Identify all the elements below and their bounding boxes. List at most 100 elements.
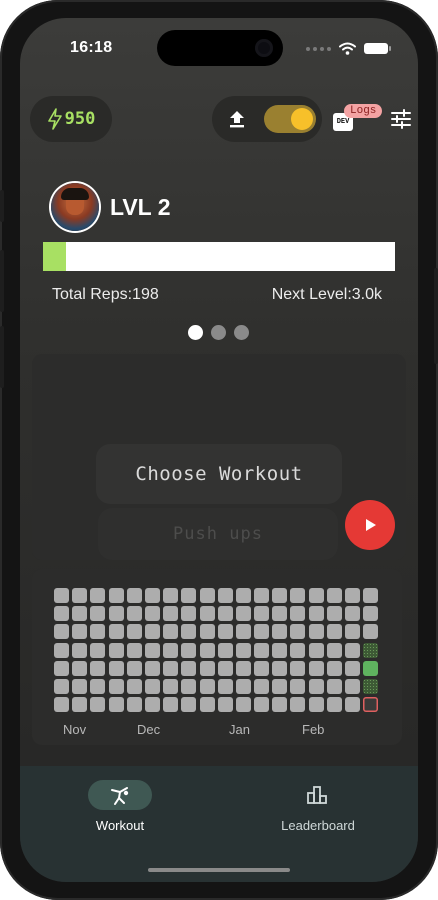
heatmap-cell xyxy=(144,642,160,658)
heatmap-cell xyxy=(326,606,342,622)
heatmap-cell xyxy=(181,624,197,640)
heatmap-cell xyxy=(163,606,179,622)
heatmap-cell xyxy=(308,697,324,713)
heatmap-cell xyxy=(308,678,324,694)
heatmap-cell xyxy=(345,697,360,713)
podium-icon[interactable] xyxy=(306,784,328,806)
heatmap-cell xyxy=(126,642,142,658)
heatmap-cell xyxy=(163,588,179,603)
heatmap-cell xyxy=(326,697,342,713)
heatmap-cell xyxy=(290,660,306,676)
heatmap-cell xyxy=(54,678,69,694)
energy-counter[interactable]: 950 xyxy=(30,96,112,142)
heatmap-cell xyxy=(72,624,88,640)
heatmap-cell xyxy=(126,624,142,640)
heatmap-cell xyxy=(217,588,233,603)
heatmap-cell xyxy=(217,624,233,640)
heatmap-cell xyxy=(163,624,179,640)
heatmap-cell xyxy=(290,678,306,694)
heatmap-cell xyxy=(199,678,215,694)
heatmap-cell xyxy=(308,606,324,622)
control-pill xyxy=(212,96,322,142)
heatmap-cell xyxy=(235,606,251,622)
heatmap-cell xyxy=(254,606,270,622)
heatmap-cell xyxy=(54,660,69,676)
level-title: LVL 2 xyxy=(110,194,171,220)
heatmap-cell xyxy=(181,678,197,694)
xp-progress-bar xyxy=(43,242,395,271)
selected-workout-button[interactable]: Push ups xyxy=(98,508,338,560)
signal-icon xyxy=(306,46,331,51)
heatmap-cell xyxy=(235,660,251,676)
avatar[interactable] xyxy=(51,183,99,231)
heatmap-cell xyxy=(217,606,233,622)
heatmap-cell xyxy=(72,678,88,694)
month-label: Feb xyxy=(302,722,325,737)
heatmap-cell xyxy=(199,660,215,676)
camera-icon xyxy=(255,39,273,57)
heatmap-cell xyxy=(272,624,288,640)
logs-badge[interactable]: Logs xyxy=(344,104,383,118)
heatmap-cell xyxy=(181,697,197,713)
heatmap-cell xyxy=(290,606,306,622)
heatmap-cell xyxy=(345,606,360,622)
tab-workout[interactable] xyxy=(88,780,152,810)
heatmap-cell xyxy=(72,588,88,603)
heatmap-cell xyxy=(181,642,197,658)
heatmap-cell xyxy=(144,624,160,640)
heatmap-cell xyxy=(217,678,233,694)
tab-workout-label[interactable]: Workout xyxy=(80,818,160,833)
play-button[interactable] xyxy=(345,500,395,550)
heatmap-cell xyxy=(72,606,88,622)
heatmap-cell xyxy=(235,588,251,603)
heatmap-cell xyxy=(290,697,306,713)
tab-bar: Workout Leaderboard xyxy=(20,766,418,882)
heatmap-cell xyxy=(199,697,215,713)
heatmap-cell xyxy=(290,588,306,603)
heatmap-cell xyxy=(54,642,69,658)
upload-icon[interactable] xyxy=(226,108,248,130)
heatmap-cell xyxy=(181,606,197,622)
heatmap-cell xyxy=(108,606,124,622)
heatmap-cell xyxy=(235,624,251,640)
heatmap-cell xyxy=(308,642,324,658)
carousel-dot[interactable] xyxy=(188,325,203,340)
carousel-dots[interactable] xyxy=(188,325,249,340)
toggle-knob xyxy=(291,108,313,130)
heatmap-cell xyxy=(163,678,179,694)
heatmap-cell xyxy=(126,588,142,603)
heatmap-cell xyxy=(90,642,106,658)
heatmap-cell xyxy=(163,642,179,658)
heatmap-cell xyxy=(144,697,160,713)
heatmap-cell xyxy=(144,588,160,603)
month-label: Nov xyxy=(63,722,87,737)
lightning-bolt-icon xyxy=(47,108,62,130)
home-indicator[interactable] xyxy=(148,868,290,872)
heatmap-cell xyxy=(308,624,324,640)
heatmap-cell xyxy=(217,642,233,658)
heatmap-cell xyxy=(126,660,142,676)
tab-leaderboard-label[interactable]: Leaderboard xyxy=(268,818,368,833)
tune-sliders-icon[interactable] xyxy=(390,108,412,130)
heatmap-cell xyxy=(144,660,160,676)
month-label: Jan xyxy=(229,722,250,737)
volume-down-button xyxy=(0,326,4,388)
heatmap-cell xyxy=(254,660,270,676)
heatmap-cell xyxy=(108,697,124,713)
heatmap-cell xyxy=(108,660,124,676)
heatmap-cell xyxy=(272,697,288,713)
heatmap-cell xyxy=(254,642,270,658)
heatmap-cell xyxy=(290,642,306,658)
heatmap-cell xyxy=(345,660,360,676)
heatmap-cell xyxy=(363,678,379,694)
heatmap-cell xyxy=(272,606,288,622)
heatmap-cell xyxy=(326,678,342,694)
carousel-dot[interactable] xyxy=(211,325,226,340)
mode-toggle[interactable] xyxy=(264,105,316,133)
heatmap-cell xyxy=(199,642,215,658)
choose-workout-button[interactable]: Choose Workout xyxy=(96,444,342,504)
battery-icon xyxy=(364,43,391,54)
carousel-dot[interactable] xyxy=(234,325,249,340)
heatmap-cell xyxy=(163,660,179,676)
heatmap-cell xyxy=(272,642,288,658)
